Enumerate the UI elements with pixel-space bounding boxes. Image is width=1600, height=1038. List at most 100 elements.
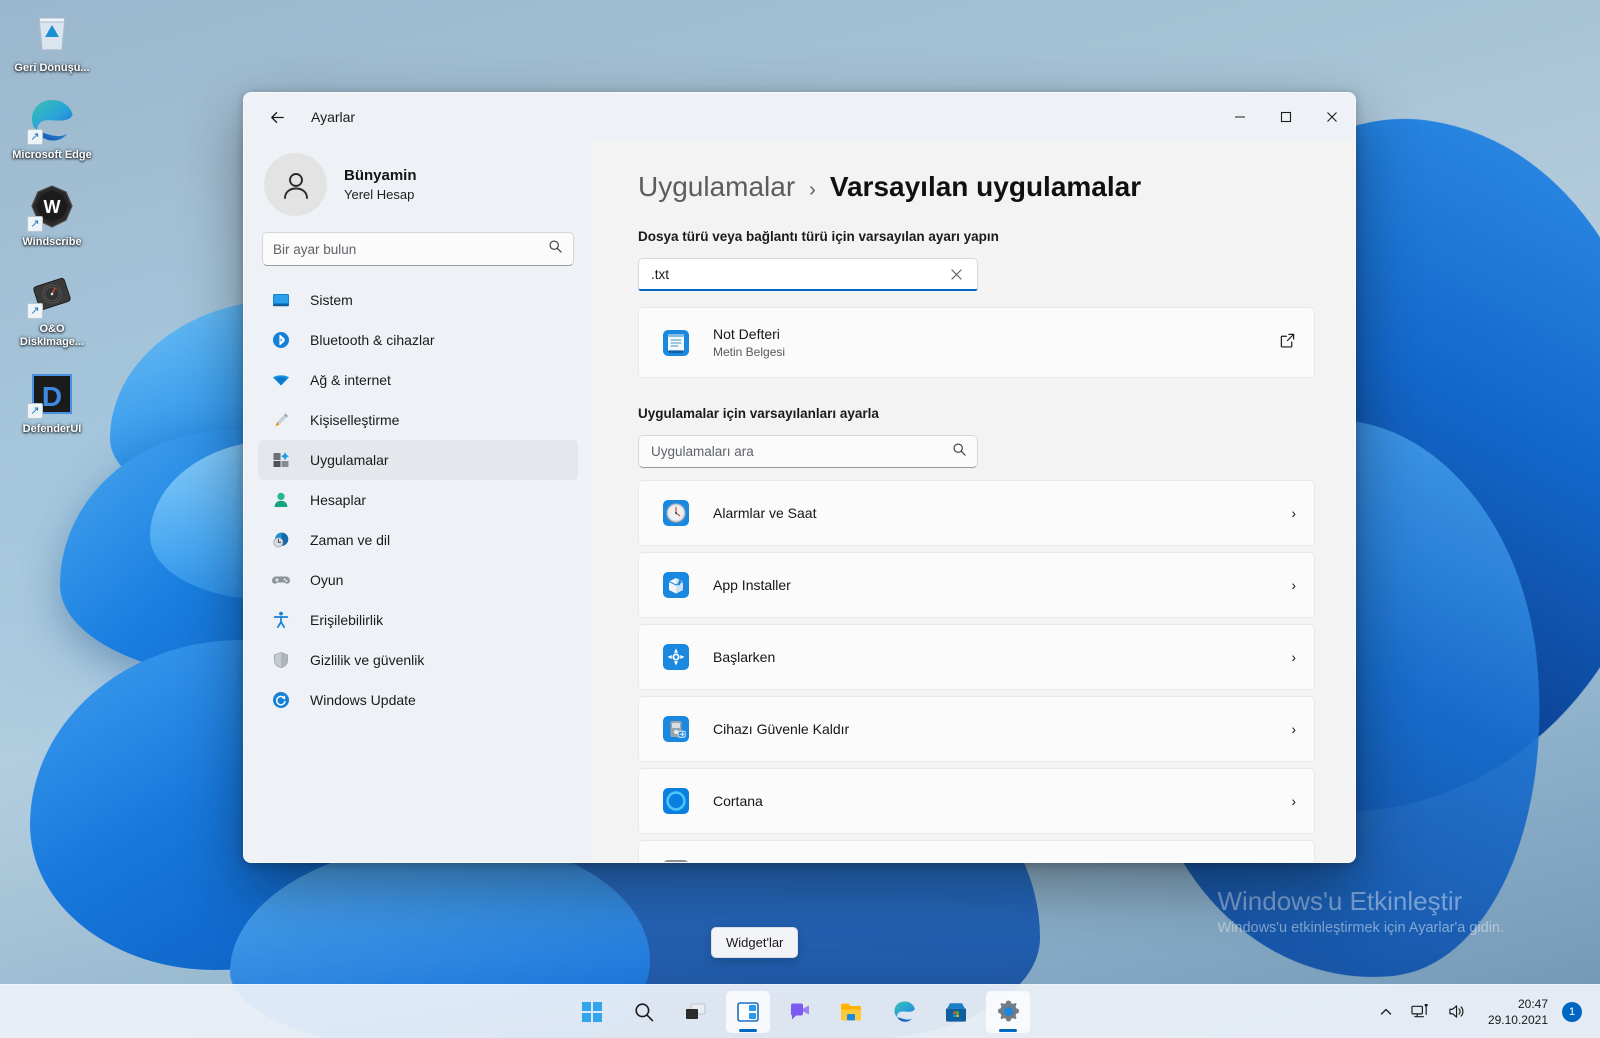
chevron-right-icon[interactable]: › <box>1291 793 1296 809</box>
sidebar-item-hesaplar[interactable]: Hesaplar <box>258 480 578 520</box>
app-name: Cortana <box>713 793 763 809</box>
edge-button[interactable] <box>882 991 926 1033</box>
vm-host-icon: vm <box>661 858 691 862</box>
apps-section-label: Uygulamalar için varsayılanları ayarla <box>638 406 879 421</box>
desktop-icon-label: Geri Dönüşü... <box>14 62 90 74</box>
file-type-input[interactable] <box>651 266 943 282</box>
sidebar-item-sistem[interactable]: Sistem <box>258 280 578 320</box>
app-name: Alarmlar ve Saat <box>713 505 817 521</box>
account-row[interactable]: Bünyamin Yerel Hesap <box>258 141 578 226</box>
windscribe-icon: W ↗ <box>27 182 77 232</box>
settings-button[interactable] <box>986 990 1030 1033</box>
sidebar-item-gizlilik-ve-guvenlik[interactable]: Gizlilik ve güvenlik <box>258 640 578 680</box>
list-item[interactable]: vm Default Host Application › <box>638 840 1315 862</box>
window-controls <box>1217 93 1355 141</box>
sidebar-item-label: Ağ & internet <box>310 372 391 388</box>
list-item[interactable]: Alarmlar ve Saat › <box>638 480 1315 546</box>
oo-diskimage-icon: ↗ <box>27 269 77 319</box>
account-type: Yerel Hesap <box>344 186 415 202</box>
chevron-right-icon[interactable]: › <box>1291 649 1296 665</box>
desktop-icon-label: DefenderUI <box>22 423 82 435</box>
back-button[interactable] <box>260 100 294 134</box>
desktop-icon-windscribe[interactable]: W ↗ Windscribe <box>6 182 98 249</box>
search-input[interactable] <box>273 241 548 257</box>
shield-icon <box>270 649 292 671</box>
desktop-icon-oo-diskimage[interactable]: ↗ O&O DiskImage... <box>6 269 98 349</box>
breadcrumb-separator: › <box>809 179 816 201</box>
network-icon[interactable] <box>1404 992 1437 1032</box>
sidebar-item-uygulamalar[interactable]: Uygulamalar <box>258 440 578 480</box>
app-name: App Installer <box>713 577 791 593</box>
desktop-icon-grid: Geri Dönüşü... ↗ Microsoft Edge W ↗ Wind… <box>6 8 106 456</box>
main-content: Uygulamalar › Varsayılan uygulamalar Dos… <box>592 141 1355 862</box>
desktop-icon-microsoft-edge[interactable]: ↗ Microsoft Edge <box>6 95 98 162</box>
paintbrush-icon <box>270 409 292 431</box>
app-search-box[interactable] <box>638 435 978 468</box>
app-name: Başlarken <box>713 649 776 665</box>
search-button[interactable] <box>622 991 666 1033</box>
sidebar-item-bluetooth-cihazlar[interactable]: Bluetooth & cihazlar <box>258 320 578 360</box>
sidebar-item-erisilebilirlik[interactable]: Erişilebilirlik <box>258 600 578 640</box>
file-type-section-label: Dosya türü veya bağlantı türü için varsa… <box>638 229 999 244</box>
close-button[interactable] <box>1309 93 1355 141</box>
shortcut-overlay-icon: ↗ <box>27 216 43 232</box>
list-item[interactable]: App Installer › <box>638 552 1315 618</box>
sidebar-item-label: Kişiselleştirme <box>310 412 400 428</box>
default-app-result-card[interactable]: Not Defteri Metin Belgesi <box>638 307 1315 378</box>
window-body: Bünyamin Yerel Hesap Bir ayar bulun Sist… <box>244 141 1355 862</box>
svg-text:D: D <box>42 381 62 412</box>
shortcut-overlay-icon: ↗ <box>27 403 43 419</box>
sidebar-item-kisisellestirme[interactable]: Kişiselleştirme <box>258 400 578 440</box>
default-app-text: Not Defteri Metin Belgesi <box>713 325 1279 361</box>
app-name: Cihazı Güvenle Kaldır <box>713 721 850 737</box>
task-view-button[interactable] <box>674 991 718 1033</box>
breadcrumb: Uygulamalar › Varsayılan uygulamalar <box>638 171 1315 203</box>
store-button[interactable] <box>934 991 978 1033</box>
system-tray: 20:47 29.10.2021 1 <box>1372 985 1590 1038</box>
desktop-icon-label: O&O DiskImage... <box>19 323 85 348</box>
chevron-right-icon[interactable]: › <box>1291 505 1296 521</box>
sidebar-item-label: Erişilebilirlik <box>310 612 384 628</box>
notification-badge[interactable]: 1 <box>1562 1001 1582 1022</box>
app-search-input[interactable] <box>651 444 952 459</box>
speaker-icon[interactable] <box>1441 992 1474 1032</box>
window-titlebar: Ayarlar <box>244 93 1355 141</box>
avatar <box>264 153 327 216</box>
chevron-right-icon[interactable]: › <box>1291 577 1296 593</box>
app-installer-icon <box>661 570 691 600</box>
list-item[interactable]: Cortana › <box>638 768 1315 834</box>
chevron-up-icon[interactable] <box>1372 992 1400 1032</box>
taskbar: 20:47 29.10.2021 1 <box>0 984 1600 1038</box>
sidebar-search-box[interactable] <box>262 232 574 266</box>
sidebar-item-windows-update[interactable]: Windows Update <box>258 680 578 720</box>
open-external-icon[interactable] <box>1279 332 1296 354</box>
maximize-button[interactable] <box>1263 93 1309 141</box>
desktop-icon-defenderui[interactable]: D ↗ DefenderUI <box>6 369 98 436</box>
search-icon <box>548 239 563 259</box>
chevron-right-icon[interactable]: › <box>1291 721 1296 737</box>
minimize-button[interactable] <box>1217 93 1263 141</box>
notepad-icon <box>661 328 691 358</box>
file-type-search-box[interactable] <box>638 258 978 291</box>
desktop-icon-label: Microsoft Edge <box>12 149 92 161</box>
bluetooth-icon <box>270 329 292 351</box>
clock[interactable]: 20:47 29.10.2021 <box>1478 992 1558 1032</box>
file-explorer-button[interactable] <box>830 991 874 1033</box>
sidebar-item-label: Bluetooth & cihazlar <box>310 332 435 348</box>
list-item[interactable]: Cihazı Güvenle Kaldır › <box>638 696 1315 762</box>
clear-x-icon[interactable] <box>943 261 969 287</box>
list-item[interactable]: Başlarken › <box>638 624 1315 690</box>
sidebar-item-oyun[interactable]: Oyun <box>258 560 578 600</box>
widgets-button[interactable] <box>726 990 770 1033</box>
breadcrumb-parent-link[interactable]: Uygulamalar <box>638 171 795 203</box>
sidebar-item-ag-internet[interactable]: Ağ & internet <box>258 360 578 400</box>
account-text: Bünyamin Yerel Hesap <box>344 166 417 204</box>
clock-time: 20:47 <box>1517 996 1548 1011</box>
chat-button[interactable] <box>778 991 822 1033</box>
desktop-icon-recycle-bin[interactable]: Geri Dönüşü... <box>6 8 98 75</box>
svg-text:W: W <box>44 197 61 217</box>
sidebar-item-zaman-ve-dil[interactable]: Zaman ve dil <box>258 520 578 560</box>
clock-date: 29.10.2021 <box>1487 1012 1548 1027</box>
gamepad-icon <box>270 569 292 591</box>
start-button[interactable] <box>570 991 614 1033</box>
